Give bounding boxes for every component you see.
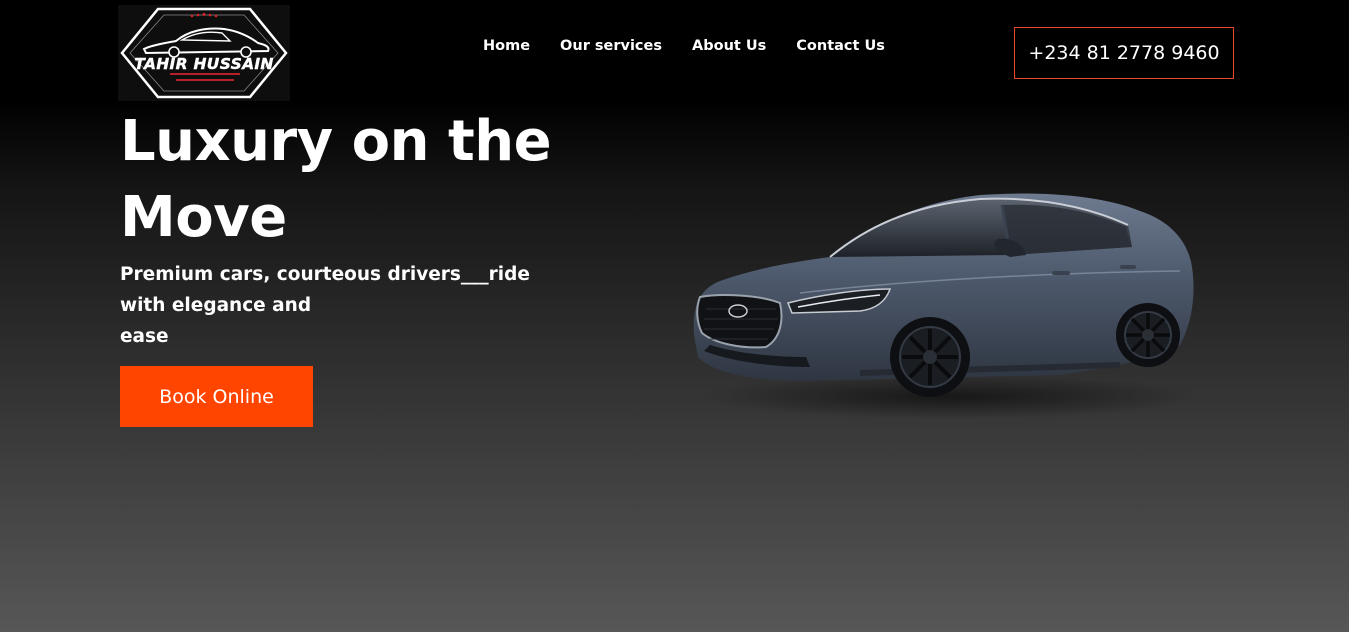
nav-services-link[interactable]: Our services <box>560 37 662 55</box>
hero-title: Luxury on the Move <box>120 109 552 250</box>
car-image <box>680 185 1200 425</box>
nav-home-link[interactable]: Home <box>483 37 530 55</box>
nav-about-link[interactable]: About Us <box>692 37 766 55</box>
logo-emblem-icon <box>118 5 290 101</box>
logo-wordmark: TAHIR HUSSAIN <box>134 55 274 73</box>
car-sedan-icon <box>693 193 1200 419</box>
book-online-button[interactable]: Book Online <box>120 366 313 427</box>
main-nav: Home Our services About Us Contact Us <box>483 37 915 55</box>
phone-button[interactable]: +234 81 2778 9460 <box>1014 27 1234 79</box>
brand-logo[interactable]: TAHIR HUSSAIN <box>118 5 290 101</box>
hero-subtitle: Premium cars, courteous drivers___ride w… <box>120 264 530 347</box>
nav-contact-link[interactable]: Contact Us <box>796 37 885 55</box>
